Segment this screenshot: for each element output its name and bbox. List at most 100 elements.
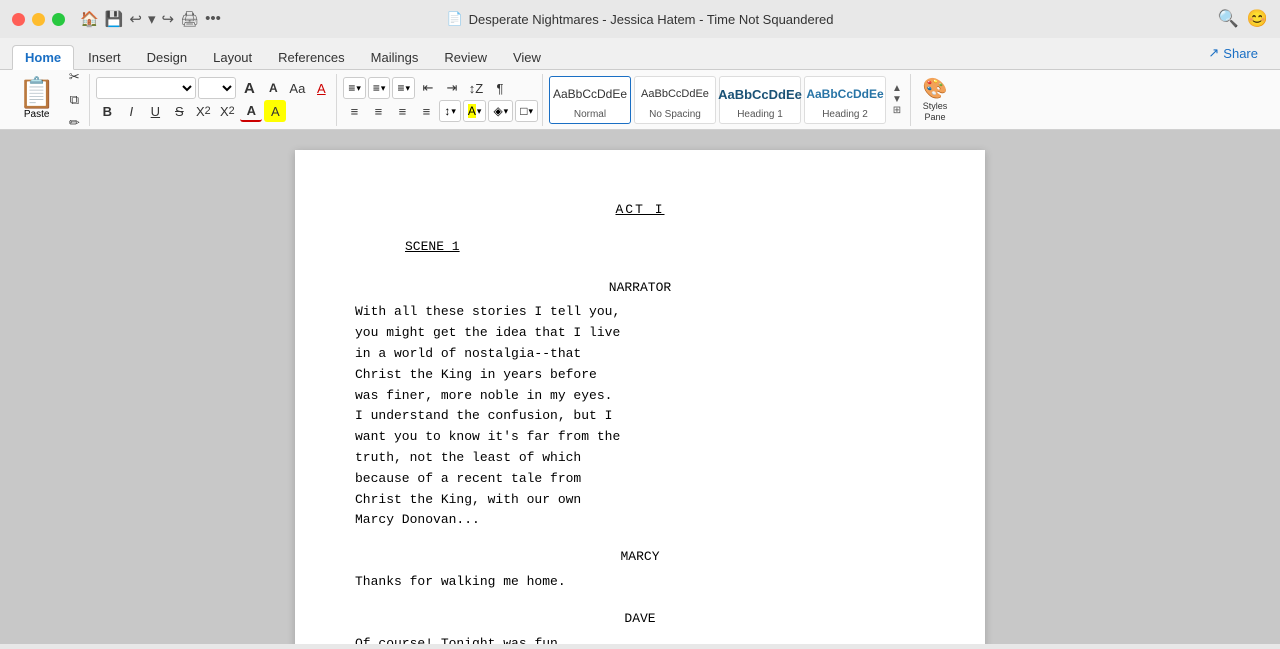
close-button[interactable] [12, 13, 25, 26]
styles-pane-label: StylesPane [917, 101, 953, 123]
maximize-button[interactable] [52, 13, 65, 26]
expand-icon: ⊞ [893, 105, 901, 116]
align-center-button[interactable]: ≡ [367, 100, 389, 122]
paragraph-rows: ≡▾ ≡▾ ≡▾ ⇤ ⇥ ↕Z ¶ ≡ ≡ ≡ ≡ ↕▾ A▾ ◈▾ □▾ [343, 77, 538, 122]
decrease-indent-button[interactable]: ⇤ [417, 77, 439, 99]
line-spacing-button[interactable]: ↕▾ [439, 100, 461, 122]
minimize-button[interactable] [32, 13, 45, 26]
styles-pane-icon: 🎨 [923, 76, 948, 101]
cut-button[interactable]: ✂ [63, 66, 85, 88]
style-heading2[interactable]: AaBbCcDdEe Heading 2 [804, 76, 886, 124]
chevron-down-icon: ▼ [892, 94, 902, 105]
redo-icon[interactable]: ↪ [161, 10, 174, 28]
font-color-btn[interactable]: A [240, 100, 262, 122]
pilcrow-button[interactable]: ¶ [489, 77, 511, 99]
ribbon-tabs: Home Insert Design Layout References Mai… [0, 38, 1280, 70]
italic-button[interactable]: I [120, 100, 142, 122]
title-bar-nav-icons: 🏠 💾 ↩ ▾ ↪ 🖨 ••• [80, 10, 221, 28]
sort-button[interactable]: ↕Z [465, 77, 487, 99]
paste-button[interactable]: 📋 Paste [12, 77, 61, 122]
para-top-row: ≡▾ ≡▾ ≡▾ ⇤ ⇥ ↕Z ¶ [343, 77, 538, 99]
search-icon[interactable]: 🔍 [1218, 9, 1239, 29]
title-right-icons: 🔍 😊 [1218, 9, 1268, 29]
style-heading1[interactable]: AaBbCcDdEe Heading 1 [719, 76, 801, 124]
shrink-font-button[interactable]: A [262, 77, 284, 99]
clear-format-button[interactable]: A [310, 77, 332, 99]
shading-button[interactable]: ◈▾ [488, 100, 513, 122]
act-heading: ACT I [355, 200, 925, 221]
clipboard-sub-buttons: ✂ ⧉ ✏ [63, 66, 85, 134]
paragraph-group: ≡▾ ≡▾ ≡▾ ⇤ ⇥ ↕Z ¶ ≡ ≡ ≡ ≡ ↕▾ A▾ ◈▾ □▾ [339, 74, 543, 126]
home-icon[interactable]: 🏠 [80, 10, 99, 28]
borders-button[interactable]: □▾ [515, 100, 538, 122]
align-left-button[interactable]: ≡ [343, 100, 365, 122]
subscript-button[interactable]: X2 [192, 100, 214, 122]
strikethrough-button[interactable]: S [168, 100, 190, 122]
font-rows: A A Aa A B I U S X2 X2 A A [96, 77, 332, 122]
tab-design[interactable]: Design [135, 46, 199, 69]
tab-view[interactable]: View [501, 46, 553, 69]
document-area[interactable]: ACT I SCENE 1 NARRATOR With all these st… [0, 130, 1280, 644]
title-bar: 🏠 💾 ↩ ▾ ↪ 🖨 ••• 📄 Desperate Nightmares -… [0, 0, 1280, 38]
change-case-button[interactable]: Aa [286, 77, 308, 99]
main-area: ACT I SCENE 1 NARRATOR With all these st… [0, 130, 1280, 644]
font-size-select[interactable] [198, 77, 236, 99]
highlight-button[interactable]: A▾ [463, 100, 487, 122]
print-icon[interactable]: 🖨 [180, 10, 199, 28]
clipboard-group: 📋 Paste ✂ ⧉ ✏ [8, 74, 90, 126]
dave-character: DAVE [355, 609, 925, 630]
font-group: A A Aa A B I U S X2 X2 A A [92, 74, 337, 126]
style-nospace-name: No Spacing [649, 109, 701, 120]
emoji-icon[interactable]: 😊 [1247, 9, 1268, 29]
style-nospace-preview: AaBbCcDdEe [641, 80, 709, 109]
increase-indent-button[interactable]: ⇥ [441, 77, 463, 99]
title-center: 📄 Desperate Nightmares - Jessica Hatem -… [446, 11, 833, 27]
chevron-up-icon: ▲ [892, 83, 902, 94]
marcy-dialog: Thanks for walking me home. [355, 572, 925, 593]
text-highlight-btn[interactable]: A [264, 100, 286, 122]
style-h1-name: Heading 1 [737, 109, 783, 120]
narrator-dialog: With all these stories I tell you, you m… [355, 302, 925, 531]
tab-layout[interactable]: Layout [201, 46, 264, 69]
style-h2-name: Heading 2 [822, 109, 868, 120]
style-no-spacing[interactable]: AaBbCcDdEe No Spacing [634, 76, 716, 124]
undo-icon[interactable]: ↩ [129, 10, 142, 28]
tab-mailings[interactable]: Mailings [359, 46, 431, 69]
multilevel-list-button[interactable]: ≡▾ [392, 77, 415, 99]
font-top-row: A A Aa A [96, 77, 332, 99]
tab-review[interactable]: Review [432, 46, 499, 69]
bold-button[interactable]: B [96, 100, 118, 122]
copy-button[interactable]: ⧉ [63, 89, 85, 111]
styles-nav-button[interactable]: ▲ ▼ ⊞ [889, 74, 905, 126]
undo-dropdown-icon[interactable]: ▾ [148, 10, 156, 28]
tab-references[interactable]: References [266, 46, 356, 69]
style-normal-name: Normal [574, 109, 606, 120]
narrator-character: NARRATOR [355, 278, 925, 299]
styles-group: AaBbCcDdEe Normal AaBbCcDdEe No Spacing … [545, 74, 963, 126]
para-bottom-row: ≡ ≡ ≡ ≡ ↕▾ A▾ ◈▾ □▾ [343, 100, 538, 122]
align-right-button[interactable]: ≡ [391, 100, 413, 122]
font-family-select[interactable] [96, 77, 196, 99]
numbered-list-button[interactable]: ≡▾ [368, 77, 391, 99]
paste-label: Paste [24, 109, 50, 120]
superscript-button[interactable]: X2 [216, 100, 238, 122]
justify-button[interactable]: ≡ [415, 100, 437, 122]
grow-font-button[interactable]: A [238, 77, 260, 99]
underline-button[interactable]: U [144, 100, 166, 122]
styles-pane-button[interactable]: 🎨 StylesPane [910, 74, 959, 126]
document-page[interactable]: ACT I SCENE 1 NARRATOR With all these st… [295, 150, 985, 644]
font-bottom-row: B I U S X2 X2 A A [96, 100, 332, 122]
window-controls [12, 13, 65, 26]
document-title: Desperate Nightmares - Jessica Hatem - T… [469, 12, 834, 27]
style-normal[interactable]: AaBbCcDdEe Normal [549, 76, 631, 124]
paste-icon: 📋 [18, 79, 55, 109]
share-button[interactable]: ↗ Share [1198, 41, 1268, 65]
save-icon[interactable]: 💾 [105, 10, 124, 28]
more-icon[interactable]: ••• [205, 10, 221, 28]
doc-icon: 📄 [446, 11, 462, 27]
style-h1-preview: AaBbCcDdEe [718, 80, 802, 109]
share-icon: ↗ [1208, 45, 1219, 61]
tonight-word: Tonight [441, 636, 496, 644]
bullet-list-button[interactable]: ≡▾ [343, 77, 366, 99]
dave-dialog: Of course! Tonight was fun. [355, 634, 925, 644]
